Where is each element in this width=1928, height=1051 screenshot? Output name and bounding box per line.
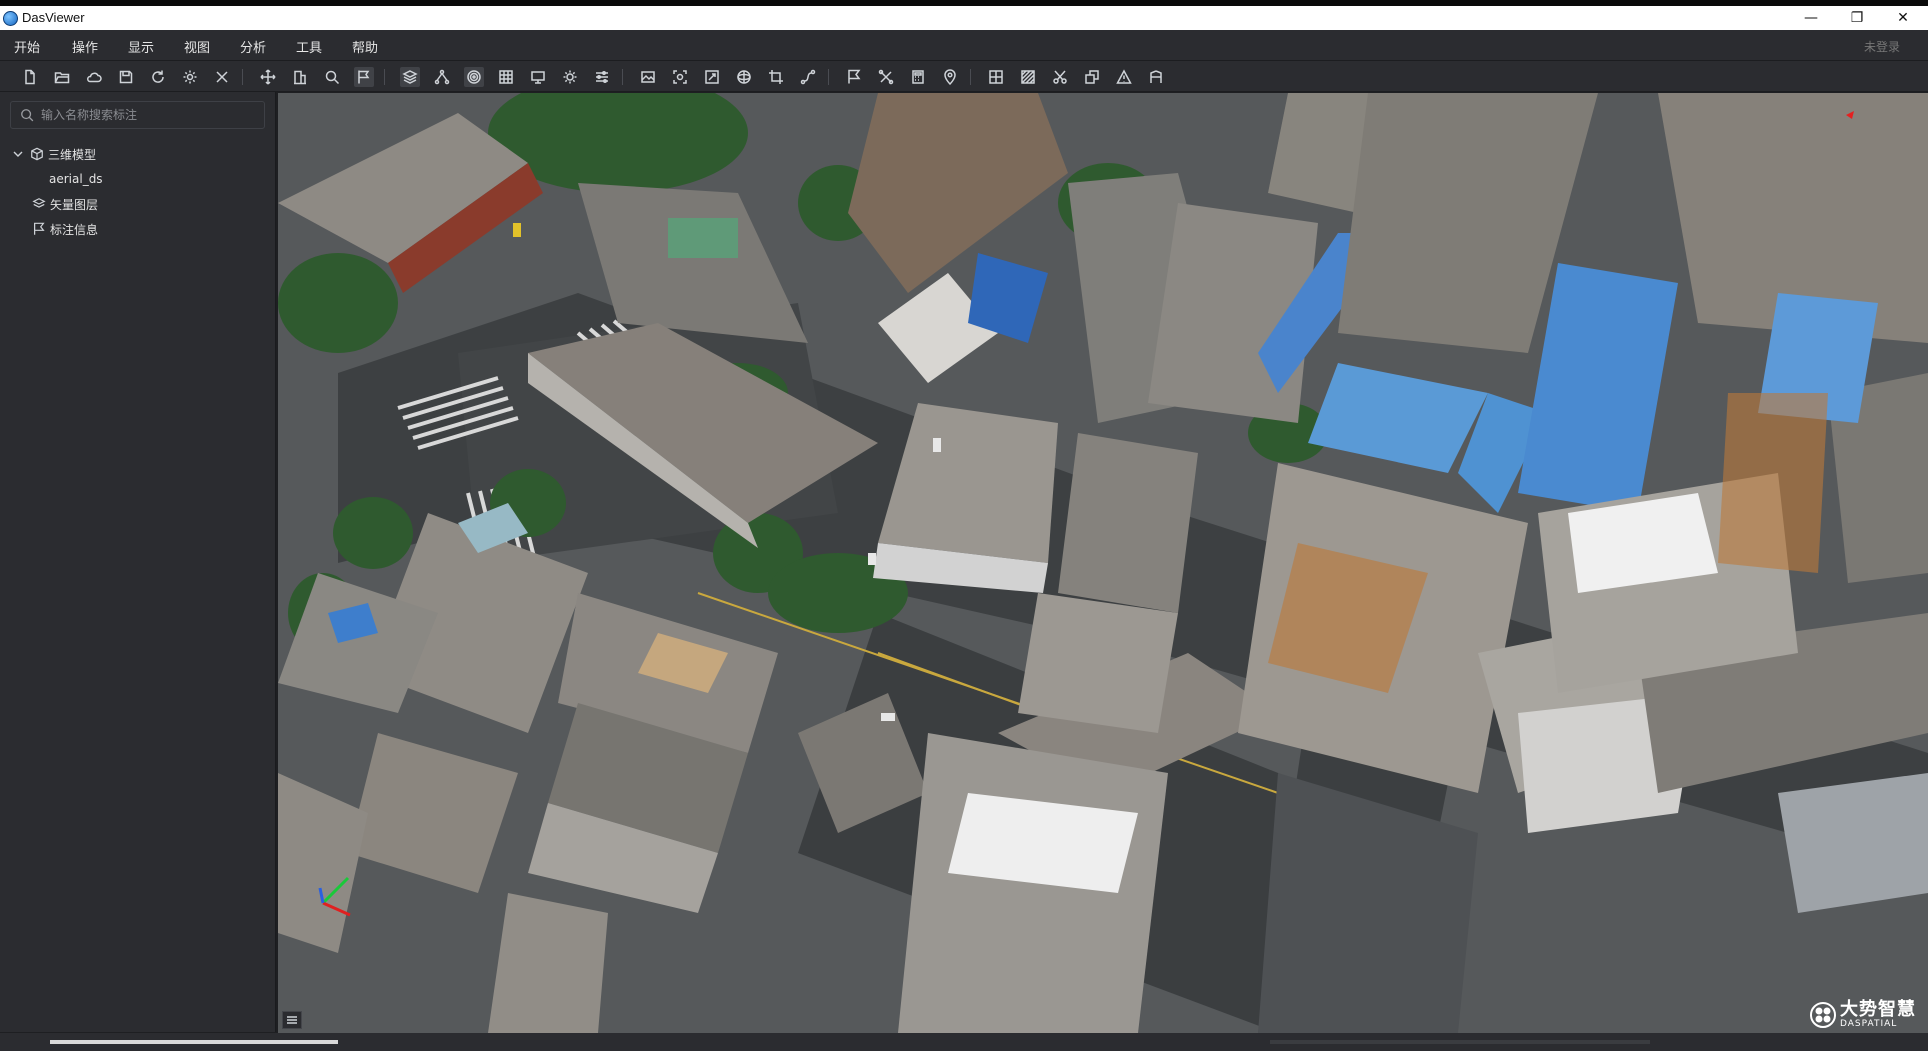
- tree-node-3d-models[interactable]: 三维模型: [12, 143, 96, 165]
- settings-icon[interactable]: [180, 67, 200, 87]
- move-icon[interactable]: [258, 67, 278, 87]
- viewport-menu-button[interactable]: [282, 1011, 302, 1029]
- 3d-viewport[interactable]: 大势智慧 DASPATIAL: [278, 93, 1928, 1033]
- toolbar-separator: [622, 69, 623, 85]
- search-icon: [21, 109, 34, 122]
- tree-label: 标注信息: [50, 222, 99, 237]
- marker-flag-icon[interactable]: [844, 67, 864, 87]
- tree-node-aerial-ds[interactable]: aerial_ds: [49, 168, 103, 190]
- zoom-icon[interactable]: [322, 67, 342, 87]
- toolbar-separator: [384, 69, 385, 85]
- sun-icon[interactable]: [560, 67, 580, 87]
- menu-icon: [287, 1016, 297, 1024]
- chevron-down-icon[interactable]: [12, 148, 24, 160]
- title-bar: DasViewer — ❐ ✕: [0, 0, 1928, 30]
- menu-operate[interactable]: 操作: [72, 37, 98, 56]
- pin-icon[interactable]: [940, 67, 960, 87]
- target-icon[interactable]: [464, 67, 484, 87]
- menu-tools[interactable]: 工具: [296, 37, 322, 56]
- menu-help[interactable]: 帮助: [352, 37, 378, 56]
- warning-icon[interactable]: [1114, 67, 1134, 87]
- pattern-icon[interactable]: [1018, 67, 1038, 87]
- aerial-city-model[interactable]: [278, 93, 1928, 1033]
- menu-bar: 开始 操作 显示 视图 分析 工具 帮助 未登录: [0, 30, 1928, 60]
- measure-icon[interactable]: [1146, 67, 1166, 87]
- minimize-button[interactable]: —: [1788, 6, 1834, 30]
- expand-icon[interactable]: [702, 67, 722, 87]
- tree-node-annotations[interactable]: 标注信息: [32, 218, 98, 240]
- toolbar-separator: [242, 69, 243, 85]
- toolbar-separator: [970, 69, 971, 85]
- toolbar-separator: [828, 69, 829, 85]
- sliders-icon[interactable]: [592, 67, 612, 87]
- layer-panel: 三维模型 aerial_ds 矢量图层 标注信息: [0, 92, 276, 1032]
- capture-icon[interactable]: [670, 67, 690, 87]
- app-window: DasViewer — ❐ ✕ 开始 操作 显示 视图 分析 工具 帮助 未登录: [0, 0, 1928, 1051]
- open-folder-icon[interactable]: [52, 67, 72, 87]
- path-icon[interactable]: [798, 67, 818, 87]
- load-progress-bar: [50, 1040, 338, 1044]
- sphere-icon[interactable]: [734, 67, 754, 87]
- flag-icon[interactable]: [354, 67, 374, 87]
- refresh-icon[interactable]: [148, 67, 168, 87]
- tools-icon[interactable]: [876, 67, 896, 87]
- tree-label: 矢量图层: [50, 197, 99, 212]
- grid-icon[interactable]: [496, 67, 516, 87]
- search-input[interactable]: [41, 105, 256, 125]
- table-icon[interactable]: [986, 67, 1006, 87]
- scissors-icon[interactable]: [1050, 67, 1070, 87]
- menu-display[interactable]: 显示: [128, 37, 154, 56]
- cloud-icon[interactable]: [84, 67, 104, 87]
- close-icon[interactable]: [212, 67, 232, 87]
- tree-label: 三维模型: [48, 147, 97, 162]
- cube-icon: [31, 147, 43, 161]
- tree-node-vector-layers[interactable]: 矢量图层: [32, 193, 98, 215]
- close-window-button[interactable]: ✕: [1880, 6, 1926, 30]
- flag-icon: [34, 222, 45, 235]
- layers-icon: [32, 198, 46, 208]
- save-icon[interactable]: [116, 67, 136, 87]
- building-icon[interactable]: [290, 67, 310, 87]
- tree-label: aerial_ds: [49, 172, 103, 186]
- menu-view[interactable]: 视图: [184, 37, 210, 56]
- shapes-icon[interactable]: [1082, 67, 1102, 87]
- brand-name-cn: 大势智慧: [1840, 999, 1916, 1020]
- annotation-search: [10, 101, 265, 129]
- calculator-icon[interactable]: [908, 67, 928, 87]
- login-status[interactable]: 未登录: [1864, 38, 1900, 55]
- toolbar: [0, 60, 1928, 92]
- window-title: DasViewer: [22, 10, 85, 25]
- menu-analysis[interactable]: 分析: [240, 37, 266, 56]
- brand-name-en: DASPATIAL: [1840, 1019, 1898, 1029]
- image-icon[interactable]: [638, 67, 658, 87]
- crop-icon[interactable]: [766, 67, 786, 87]
- status-bar: [0, 1033, 1928, 1051]
- brand-logo-icon: [1810, 1002, 1836, 1028]
- tree-icon[interactable]: [432, 67, 452, 87]
- brand-watermark: 大势智慧 DASPATIAL: [1810, 1001, 1916, 1029]
- app-logo-icon: [3, 11, 18, 26]
- restore-button[interactable]: ❐: [1834, 6, 1880, 30]
- layers-icon[interactable]: [400, 67, 420, 87]
- monitor-icon[interactable]: [528, 67, 548, 87]
- new-file-icon[interactable]: [20, 67, 40, 87]
- menu-start[interactable]: 开始: [14, 37, 40, 56]
- status-indicator: [1270, 1040, 1650, 1044]
